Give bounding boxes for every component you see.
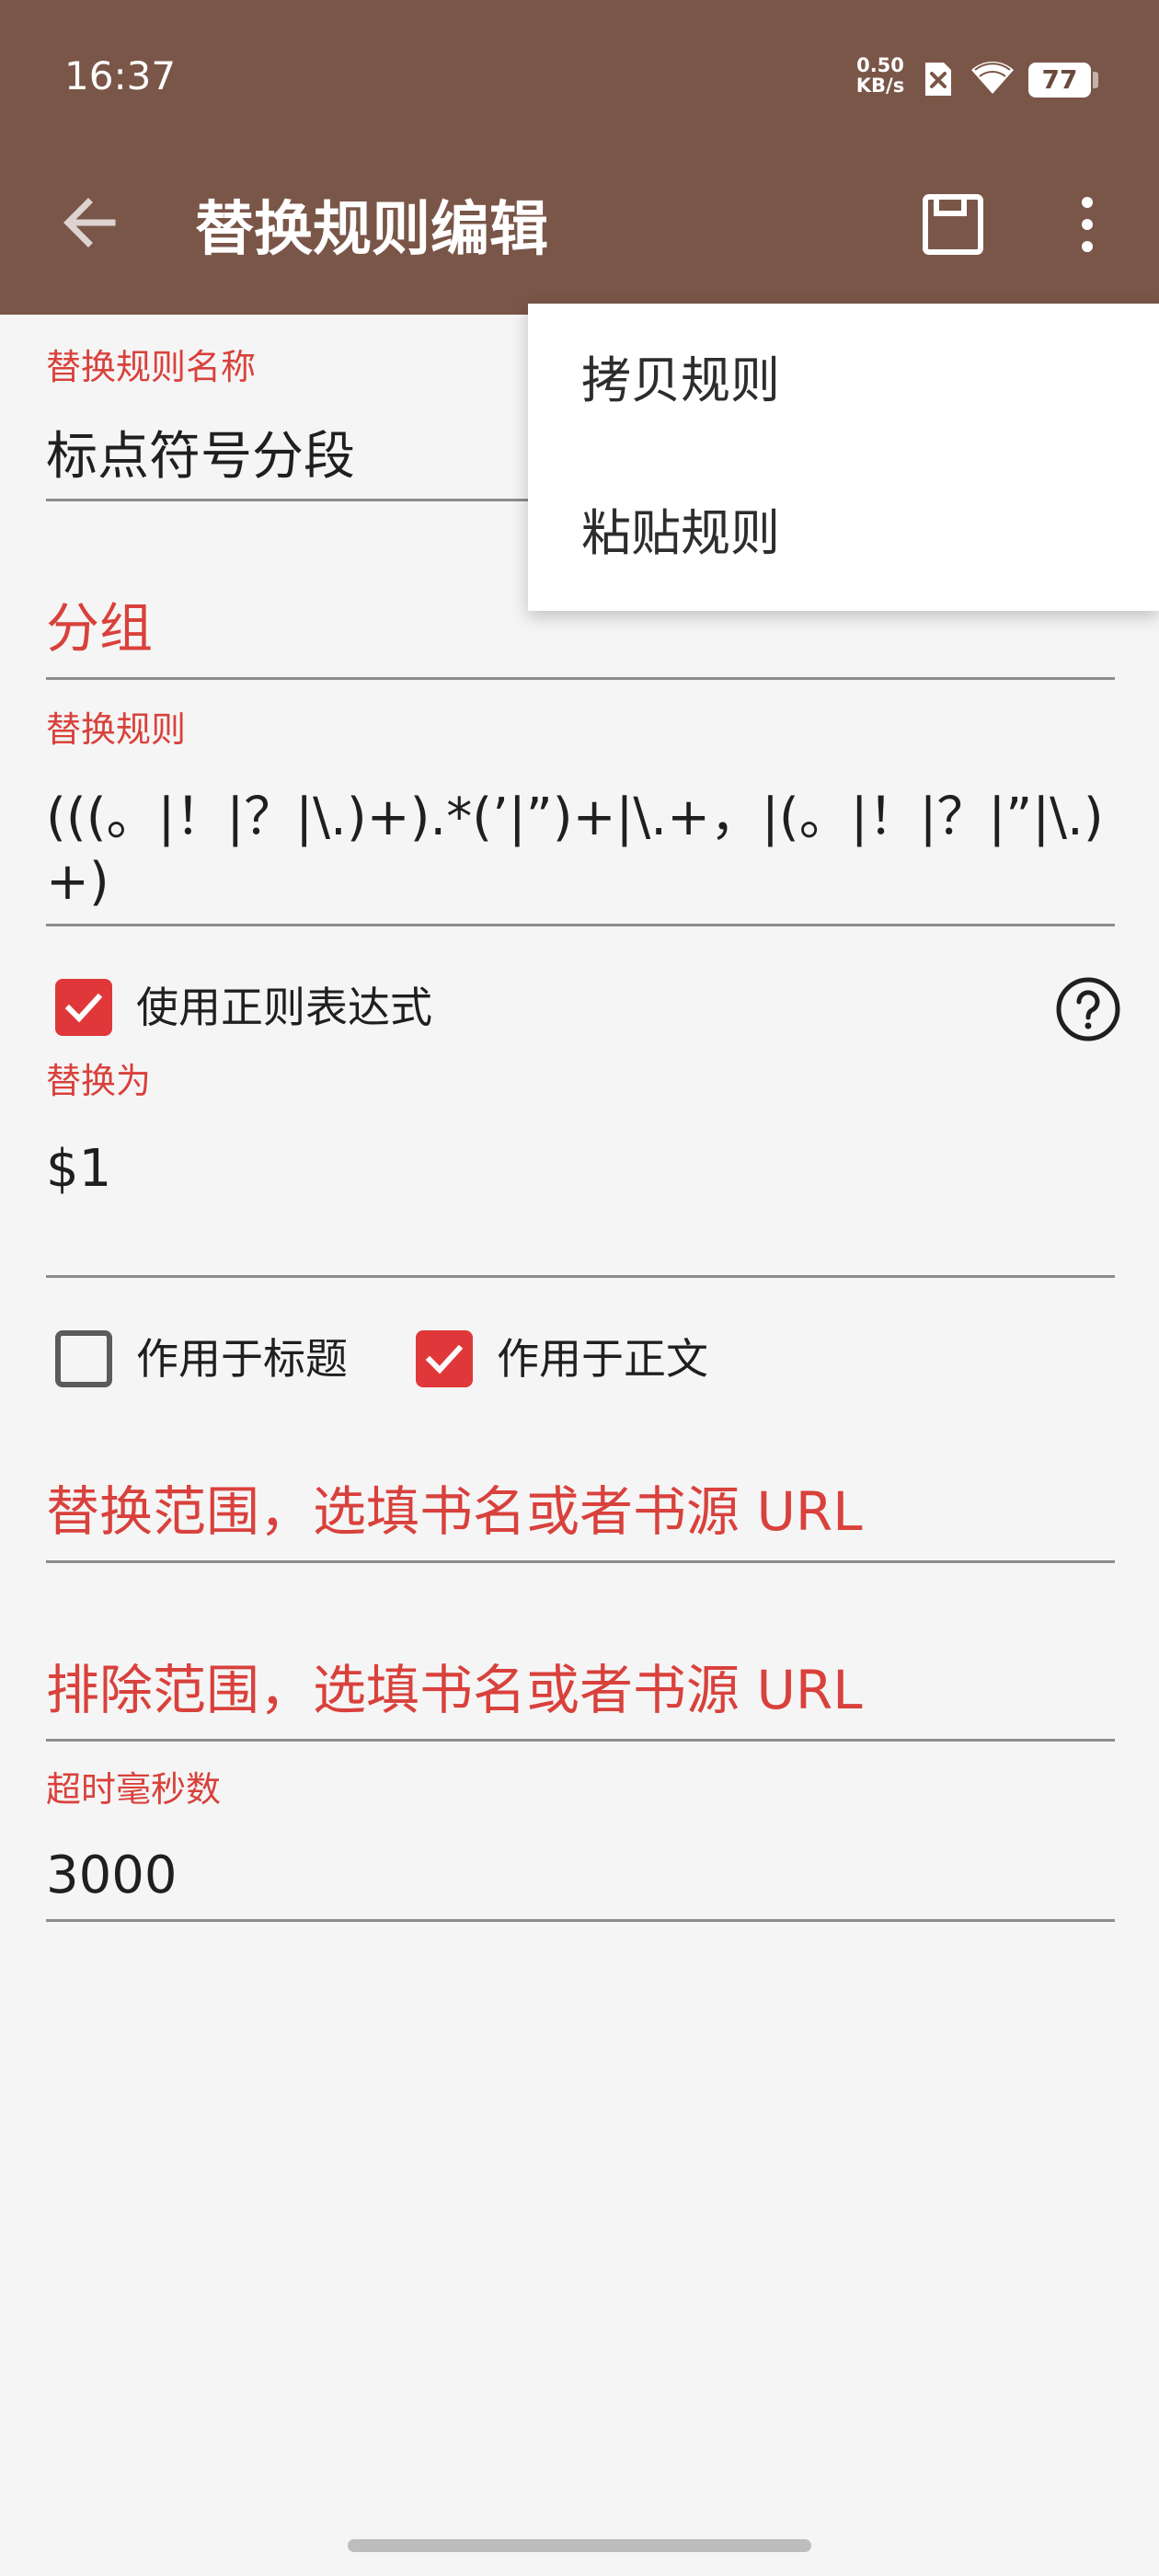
apply-content-checkbox[interactable]: [416, 1330, 473, 1387]
check-icon: [425, 1344, 464, 1374]
network-speed-value: 0.50: [856, 54, 904, 76]
status-time: 16:37: [64, 53, 177, 98]
menu-item-label: 粘贴规则: [581, 504, 780, 562]
exclude-field[interactable]: 排除范围，选填书名或者书源 URL: [46, 1658, 1115, 1742]
pattern-field[interactable]: 替换规则 (((。|！|？|\.)+).*(’|”)+|\.+，|(。|！|？|…: [46, 705, 1115, 929]
network-speed: 0.50 KB/s: [854, 55, 907, 96]
apply-title-checkbox[interactable]: [55, 1330, 112, 1387]
sim-off-icon: [925, 63, 951, 96]
group-underline: [46, 677, 1115, 680]
pattern-label: 替换规则: [46, 709, 187, 750]
more-vertical-icon[interactable]: [1069, 188, 1106, 261]
replacement-input[interactable]: $1: [46, 1137, 1115, 1202]
menu-item-label: 拷贝规则: [581, 351, 780, 409]
gesture-nav-handle[interactable]: [348, 2539, 811, 2552]
apply-title-label[interactable]: 作用于标题: [136, 1332, 348, 1386]
replacement-underline: [46, 1275, 1115, 1278]
pattern-underline: [46, 924, 1115, 926]
timeout-underline: [46, 1919, 1115, 1922]
page-title: 替换规则编辑: [195, 196, 548, 264]
replacement-label: 替换为: [46, 1061, 152, 1101]
exclude-input[interactable]: 排除范围，选填书名或者书源 URL: [46, 1658, 863, 1722]
use-regex-label[interactable]: 使用正则表达式: [136, 981, 432, 1034]
group-input[interactable]: 分组: [46, 596, 153, 661]
wifi-icon: [971, 62, 1014, 94]
scope-field[interactable]: 替换范围，选填书名或者书源 URL: [46, 1479, 1115, 1564]
check-icon: [64, 993, 103, 1023]
timeout-label: 超时毫秒数: [46, 1769, 222, 1810]
apply-content-label[interactable]: 作用于正文: [497, 1332, 708, 1386]
save-icon[interactable]: [916, 188, 990, 261]
scope-input[interactable]: 替换范围，选填书名或者书源 URL: [46, 1479, 863, 1544]
battery-icon: 77: [1028, 63, 1091, 98]
network-speed-unit: KB/s: [855, 75, 905, 97]
scope-underline: [46, 1560, 1115, 1563]
timeout-input[interactable]: 3000: [46, 1844, 1115, 1908]
use-regex-checkbox[interactable]: [55, 979, 112, 1036]
battery-tip: [1093, 72, 1098, 88]
menu-item-paste-rule[interactable]: 粘贴规则: [528, 456, 1159, 611]
help-icon[interactable]: [1054, 975, 1122, 1043]
exclude-underline: [46, 1739, 1115, 1742]
rule-name-label: 替换规则名称: [46, 347, 257, 387]
arrow-back-icon[interactable]: [52, 184, 129, 261]
pattern-input[interactable]: (((。|！|？|\.)+).*(’|”)+|\.+，|(。|！|？|”|\.)…: [46, 786, 1115, 914]
timeout-field[interactable]: 超时毫秒数 3000: [46, 1768, 1115, 1925]
replacement-field[interactable]: 替换为 $1: [46, 1060, 1115, 1281]
app-bar: 16:37 0.50 KB/s 77 替换规则编辑: [0, 0, 1159, 315]
menu-item-copy-rule[interactable]: 拷贝规则: [528, 304, 1159, 458]
overflow-menu: 拷贝规则 粘贴规则: [528, 304, 1159, 611]
